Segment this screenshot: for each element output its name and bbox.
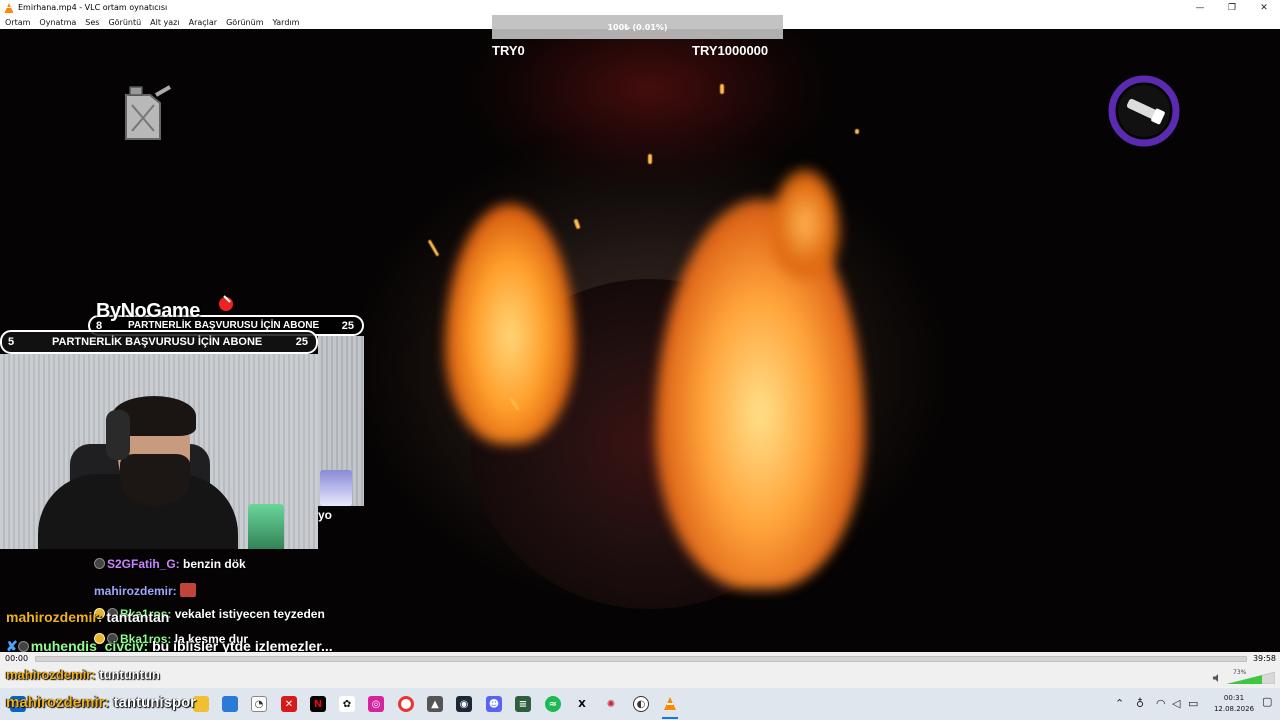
notification-icon[interactable]: ▢: [1262, 695, 1272, 708]
vlc-window: Emirhana.mp4 - VLC ortam oynatıcısı — ❐ …: [0, 0, 1280, 720]
chrome-icon[interactable]: [398, 696, 414, 712]
spark: [720, 84, 724, 94]
spotify-icon[interactable]: ≈: [545, 696, 561, 712]
background-light: [320, 470, 352, 506]
wifi-icon[interactable]: ◠: [1156, 697, 1166, 710]
menu-playback[interactable]: Oynatma: [39, 18, 76, 27]
steam-icon[interactable]: ◉: [456, 696, 472, 712]
window-controls: — ❐ ✕: [1184, 0, 1280, 15]
volume-tray-icon[interactable]: ◁: [1172, 697, 1180, 710]
title-bar: Emirhana.mp4 - VLC ortam oynatıcısı — ❐ …: [0, 0, 1280, 15]
spark: [648, 154, 652, 164]
menu-tools[interactable]: Araçlar: [189, 18, 217, 27]
donation-max: TRY1000000: [692, 43, 769, 58]
menu-media[interactable]: Ortam: [5, 18, 30, 27]
webcam-feed: [0, 354, 318, 549]
chat-text: benzin dök: [183, 557, 246, 571]
time-total: 39:58: [1252, 654, 1276, 663]
subgoal-bar-front: 5 PARTNERLİK BAŞVURUSU İÇİN ABONE 25: [0, 330, 318, 354]
menu-subtitle[interactable]: Alt yazı: [150, 18, 179, 27]
flashlight-icon: [1108, 75, 1180, 147]
chatgpt-icon[interactable]: ✿: [339, 696, 355, 712]
time-elapsed: 00:00: [5, 654, 29, 663]
chat-text: tuntuntun: [99, 667, 160, 682]
clock-date: 12.08.2026: [1213, 705, 1255, 713]
chat-message: mahirozdemir: tantunispor: [6, 694, 196, 711]
maximize-button[interactable]: ❐: [1216, 0, 1248, 15]
chat-username: mahirozdemir:: [6, 667, 96, 682]
menu-view[interactable]: Görünüm: [226, 18, 263, 27]
volume-percent: 73%: [1233, 669, 1247, 676]
discord-icon[interactable]: ☻: [486, 696, 502, 712]
tray-chevron-icon[interactable]: ⌃: [1115, 697, 1124, 710]
cam-side-text: yo: [318, 508, 333, 522]
desk-lamp: [248, 504, 284, 549]
chat-message: mahirozdemir:: [94, 583, 197, 598]
subgoal-target: 25: [341, 319, 354, 332]
spark: [427, 239, 440, 257]
donation-goal-bar: 100₺ (0.01%): [492, 15, 783, 39]
chat-badge-icon: [17, 641, 29, 652]
chat-text: tantunispor: [113, 694, 197, 711]
chat-message: mahirozdemir: tantantan: [6, 609, 169, 625]
brand-mark-icon: [219, 295, 233, 311]
menu-help[interactable]: Yardım: [272, 18, 299, 27]
seek-bar-row: 00:00 39:58: [0, 652, 1280, 668]
microphone-icon[interactable]: ♁: [1136, 697, 1144, 710]
fire-left: [445, 204, 575, 444]
streamer-beard: [120, 454, 190, 506]
app-x-icon[interactable]: ✕: [281, 696, 297, 712]
store-icon[interactable]: [222, 696, 238, 712]
netflix-icon[interactable]: N: [310, 696, 326, 712]
brand-logo-text: ByNoGame: [96, 300, 200, 322]
x-twitter-icon[interactable]: X: [574, 696, 590, 712]
chat-text: tantantan: [106, 609, 170, 625]
jerrycan-icon: [125, 85, 171, 140]
clock-time: 00:31: [1223, 694, 1245, 702]
seek-slider[interactable]: [35, 656, 1247, 662]
vlc-cone-icon: [4, 2, 14, 13]
chat-emote-icon: [180, 583, 197, 597]
chat-username: S2GFatih_G:: [107, 557, 180, 571]
notepad-icon[interactable]: ≡: [515, 696, 531, 712]
subgoal-text: PARTNERLİK BAŞVURUSU İÇİN ABONE: [52, 336, 263, 348]
subgoal-target: 25: [295, 336, 308, 348]
spark: [855, 129, 859, 134]
monitor-app-icon[interactable]: ▲: [427, 696, 443, 712]
chat-message: mahirozdemir: tuntuntun: [6, 667, 160, 682]
gauge-icon[interactable]: ◔: [251, 696, 267, 712]
menu-video[interactable]: Görüntü: [108, 18, 141, 27]
instagram-icon[interactable]: ◎: [368, 696, 384, 712]
spark: [573, 218, 581, 230]
chat-username: mahirozdemir:: [6, 609, 103, 625]
minimize-button[interactable]: —: [1184, 0, 1216, 15]
donation-percent: 100₺ (0.01%): [607, 22, 668, 32]
subgoal-current: 5: [8, 336, 15, 348]
window-title: Emirhana.mp4 - VLC ortam oynatıcısı: [18, 3, 168, 12]
headset: [106, 410, 130, 460]
playback-controls: 73%: [0, 668, 1280, 688]
chat-username: mahirozdemir:: [6, 694, 110, 711]
speaker-icon[interactable]: [1212, 673, 1222, 683]
system-clock[interactable]: 00:31 12.08.2026: [1210, 693, 1258, 715]
chat-username: mahirozdemir:: [94, 584, 177, 598]
close-button[interactable]: ✕: [1248, 0, 1280, 15]
vlc-taskbar-icon[interactable]: [662, 696, 678, 712]
obs-icon[interactable]: ◐: [633, 696, 649, 712]
donation-min: TRY0: [492, 43, 525, 58]
battery-icon[interactable]: ▭: [1188, 697, 1198, 710]
chat-message: S2GFatih_G: benzin dök: [94, 557, 246, 571]
chat-badge-icon: [94, 558, 105, 569]
chat-text: vekalet istiyecen teyzeden: [174, 607, 325, 621]
active-app-indicator: [662, 717, 678, 719]
menu-audio[interactable]: Ses: [85, 18, 99, 27]
burst-app-icon[interactable]: ✺: [603, 696, 619, 712]
